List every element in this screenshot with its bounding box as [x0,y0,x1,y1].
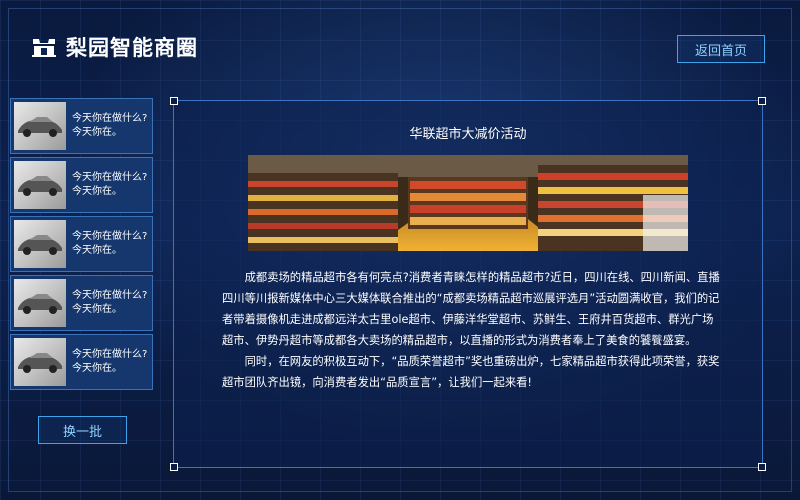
news-item-headline: 今天你在做什么? [72,349,148,360]
panel-corner-marker [170,97,178,105]
article-title: 华联超市大减价活动 [409,127,527,142]
news-item-text: 今天你在做什么? 今天你在。 [72,230,147,258]
news-item-headline: 今天你在做什么? [72,172,148,183]
news-item-text: 今天你在做什么? 今天你在。 [72,171,147,199]
sidebar-news-item[interactable]: 今天你在做什么? 今天你在。 [10,157,153,213]
news-item-headline: 今天你在做什么? [72,113,148,124]
news-item-subline: 今天你在。 [72,127,122,138]
app-logo: 梨园智能商圈 [30,32,198,62]
article-paragraph: 成都卖场的精品超市各有何亮点?消费者青睐怎样的精品超市?近日，四川在线、四川新闻… [222,271,720,347]
storefront-logo-icon [32,39,56,57]
app-title: 梨园智能商圈 [66,36,198,60]
news-item-text: 今天你在做什么? 今天你在。 [72,348,147,376]
car-thumbnail-icon [14,279,66,327]
news-item-text: 今天你在做什么? 今天你在。 [72,289,147,317]
article-paragraph: 同时，在网友的积极互动下，“品质荣誉超市”奖也重磅出炉，七家精品超市获得此项荣誉… [222,355,720,389]
sidebar-news-item[interactable]: 今天你在做什么? 今天你在。 [10,334,153,390]
supermarket-shelves-photo [248,155,688,251]
news-sidebar: 今天你在做什么? 今天你在。 今天你在做什么? 今天你在。 今天你在做什么? 今… [10,98,153,393]
car-thumbnail-icon [14,338,66,386]
news-item-subline: 今天你在。 [72,186,122,197]
panel-corner-marker [758,463,766,471]
news-item-subline: 今天你在。 [72,304,122,315]
car-thumbnail-icon [14,102,66,150]
car-thumbnail-icon [14,161,66,209]
sidebar-news-item[interactable]: 今天你在做什么? 今天你在。 [10,98,153,154]
car-thumbnail-icon [14,220,66,268]
return-home-button[interactable]: 返回首页 [677,35,765,63]
panel-corner-marker [170,463,178,471]
news-item-subline: 今天你在。 [72,245,122,256]
news-item-subline: 今天你在。 [72,363,122,374]
article-panel: 华联超市大减价活动 成都卖场的精品超市各有何亮点?消费者青睐怎样的精品超市?近日… [170,97,766,471]
panel-corner-marker [758,97,766,105]
refresh-batch-button[interactable]: 换一批 [38,416,127,444]
news-item-headline: 今天你在做什么? [72,231,148,242]
news-item-headline: 今天你在做什么? [72,290,148,301]
article-body: 成都卖场的精品超市各有何亮点?消费者青睐怎样的精品超市?近日，四川在线、四川新闻… [222,267,724,393]
sidebar-news-item[interactable]: 今天你在做什么? 今天你在。 [10,216,153,272]
news-item-text: 今天你在做什么? 今天你在。 [72,112,147,140]
sidebar-news-item[interactable]: 今天你在做什么? 今天你在。 [10,275,153,331]
